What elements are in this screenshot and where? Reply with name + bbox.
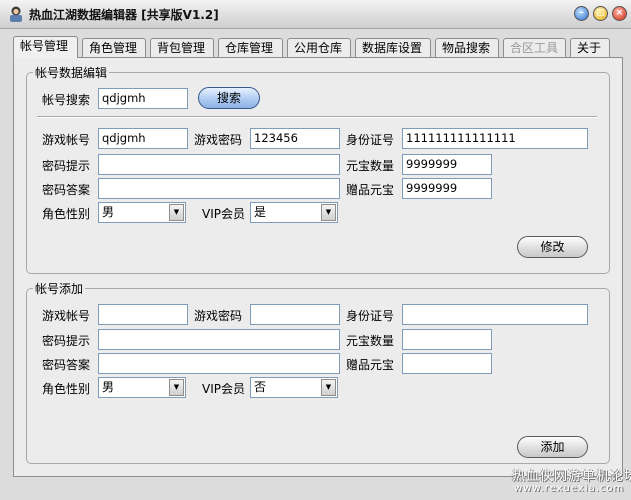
gender-label: 角色性别 (42, 382, 91, 396)
modify-button[interactable]: 修改 (517, 236, 588, 258)
gift-yuanbao-label: 赠品元宝 (346, 358, 395, 372)
search-input[interactable]: qdjgmh (98, 88, 188, 109)
divider (37, 116, 597, 118)
tab-account[interactable]: 帐号管理 (13, 36, 78, 58)
account-add-group: 帐号添加 游戏帐号 游戏密码 身份证号 密码提示 元宝数量 密码答案 赠品元宝 … (26, 280, 610, 464)
account-label: 游戏帐号 (42, 133, 91, 147)
answer-label: 密码答案 (42, 358, 91, 372)
vip-value: 否 (254, 380, 267, 394)
vip-select[interactable]: 是 ▼ (250, 202, 338, 223)
tab-panel: 帐号数据编辑 帐号搜索 qdjgmh 搜索 游戏帐号 qdjgmh 游戏密码 1… (13, 57, 623, 477)
yuanbao-label: 元宝数量 (346, 334, 395, 348)
yuanbao-input[interactable] (402, 329, 492, 350)
tab-role[interactable]: 角色管理 (82, 38, 146, 57)
watermark-text: 热血侠网游单机论坛 (512, 469, 631, 484)
account-input[interactable] (98, 304, 188, 325)
answer-label: 密码答案 (42, 183, 91, 197)
close-icon[interactable]: × (612, 6, 627, 21)
title-bar: 热血江湖数据编辑器 [共享版V1.2] – □ × (0, 0, 631, 29)
id-input[interactable] (402, 304, 588, 325)
search-button[interactable]: 搜索 (198, 87, 260, 109)
vip-label: VIP会员 (202, 207, 245, 221)
yuanbao-input[interactable]: 9999999 (402, 154, 492, 175)
vip-value: 是 (254, 205, 267, 219)
gift-yuanbao-label: 赠品元宝 (346, 183, 395, 197)
group-title: 帐号添加 (33, 280, 86, 297)
gender-value: 男 (102, 380, 115, 394)
chevron-down-icon[interactable]: ▼ (169, 204, 184, 221)
maximize-icon[interactable]: □ (593, 6, 608, 21)
window-title: 热血江湖数据编辑器 [共享版V1.2] (29, 8, 219, 22)
answer-input[interactable] (98, 353, 340, 374)
group-title: 帐号数据编辑 (33, 64, 110, 81)
account-edit-group: 帐号数据编辑 帐号搜索 qdjgmh 搜索 游戏帐号 qdjgmh 游戏密码 1… (26, 64, 610, 274)
id-label: 身份证号 (346, 309, 395, 323)
tab-bag[interactable]: 背包管理 (150, 38, 214, 57)
vip-select[interactable]: 否 ▼ (250, 377, 338, 398)
gender-select[interactable]: 男 ▼ (98, 202, 186, 223)
id-input[interactable]: 111111111111111 (402, 128, 588, 149)
account-input[interactable]: qdjgmh (98, 128, 188, 149)
hint-input[interactable] (98, 329, 340, 350)
tab-public-warehouse[interactable]: 公用仓库 (287, 38, 351, 57)
tab-warehouse[interactable]: 仓库管理 (218, 38, 283, 57)
tab-strip: 帐号管理 角色管理 背包管理 仓库管理 公用仓库 数据库设置 物品搜索 合区工具… (13, 36, 623, 58)
chevron-down-icon[interactable]: ▼ (321, 204, 336, 221)
hint-label: 密码提示 (42, 159, 91, 173)
tab-merge-tool: 合区工具 (503, 38, 566, 57)
gender-select[interactable]: 男 ▼ (98, 377, 186, 398)
minimize-icon[interactable]: – (574, 6, 589, 21)
gender-value: 男 (102, 205, 115, 219)
hint-label: 密码提示 (42, 334, 91, 348)
gender-label: 角色性别 (42, 207, 91, 221)
app-icon (10, 6, 22, 22)
yuanbao-label: 元宝数量 (346, 159, 395, 173)
tab-database-settings[interactable]: 数据库设置 (355, 38, 431, 57)
tab-about[interactable]: 关于 (570, 38, 610, 57)
id-label: 身份证号 (346, 133, 395, 147)
password-label: 游戏密码 (194, 133, 243, 147)
tab-item-search[interactable]: 物品搜索 (435, 38, 499, 57)
gift-yuanbao-input[interactable] (402, 353, 492, 374)
search-label: 帐号搜索 (42, 93, 91, 107)
password-input[interactable] (250, 304, 340, 325)
password-input[interactable]: 123456 (250, 128, 340, 149)
chevron-down-icon[interactable]: ▼ (321, 379, 336, 396)
watermark-url: www.rexuexia.com (514, 483, 625, 494)
answer-input[interactable] (98, 178, 340, 199)
vip-label: VIP会员 (202, 382, 245, 396)
account-label: 游戏帐号 (42, 309, 91, 323)
hint-input[interactable] (98, 154, 340, 175)
chevron-down-icon[interactable]: ▼ (169, 379, 184, 396)
gift-yuanbao-input[interactable]: 9999999 (402, 178, 492, 199)
password-label: 游戏密码 (194, 309, 243, 323)
add-button[interactable]: 添加 (517, 436, 588, 458)
